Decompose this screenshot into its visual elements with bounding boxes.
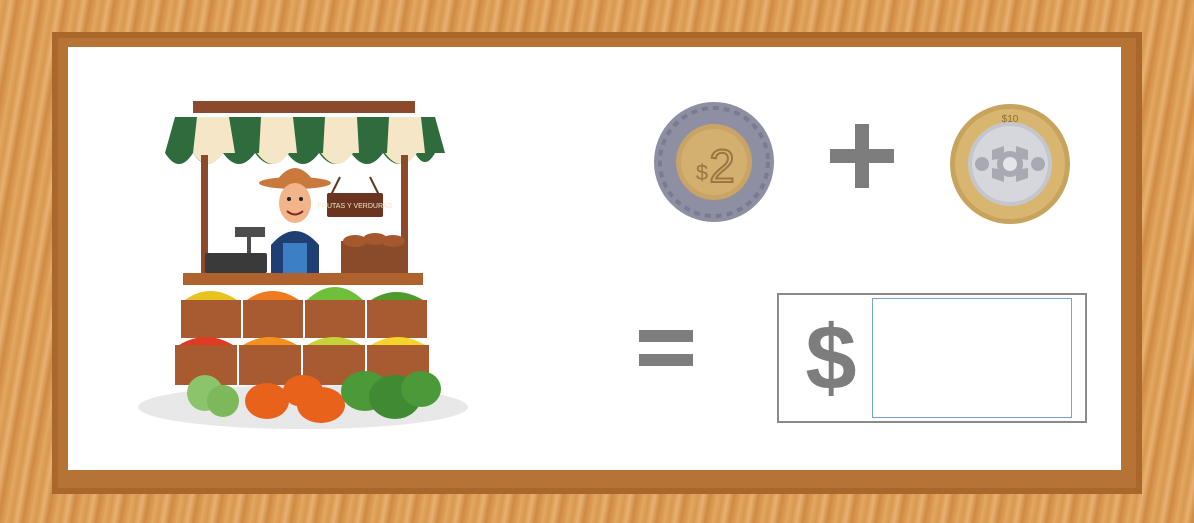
produce-crates bbox=[175, 287, 429, 385]
plus-sign bbox=[830, 124, 894, 188]
coin-currency-symbol: $ bbox=[696, 160, 708, 185]
answer-box: $ bbox=[777, 293, 1087, 423]
coin-numeral: 2 bbox=[709, 140, 735, 192]
stall-sign-text: FRUTAS Y VERDURAS bbox=[318, 203, 393, 210]
equals-sign bbox=[639, 330, 693, 366]
peso-10-coin-icon: $10 bbox=[950, 104, 1070, 224]
dollar-sign-label: $ bbox=[805, 307, 857, 409]
vendor bbox=[259, 168, 331, 275]
answer-input[interactable] bbox=[872, 298, 1072, 418]
peso-2-coin-icon: $ 2 bbox=[654, 102, 774, 222]
market-stall-illustration: FRUTAS Y VERDURAS bbox=[138, 101, 468, 429]
coin-value-label: $10 bbox=[1002, 114, 1019, 125]
